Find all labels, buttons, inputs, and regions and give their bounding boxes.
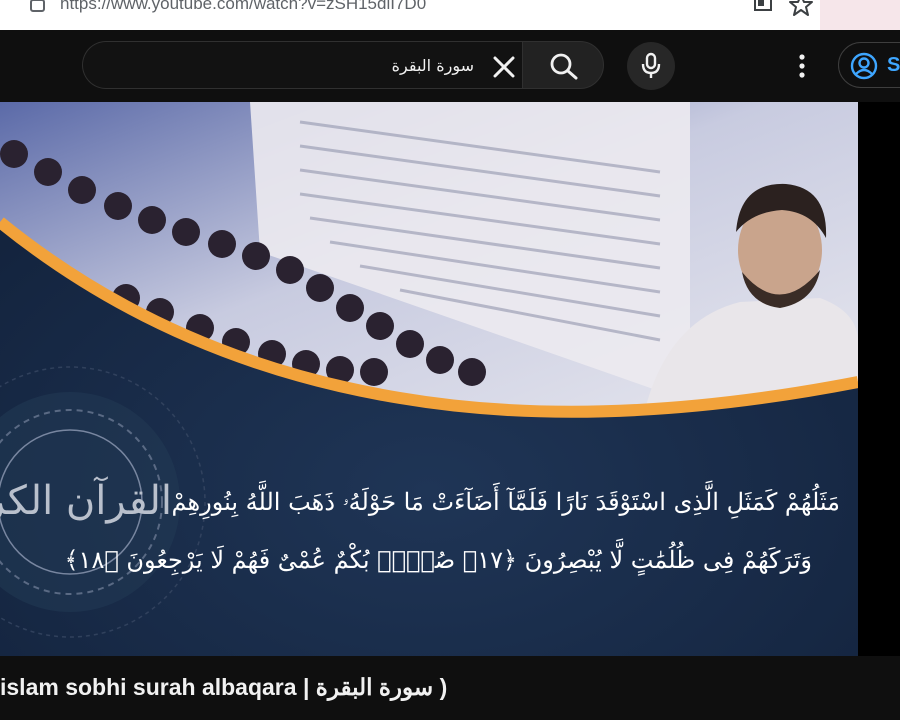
more-options-button[interactable] — [788, 50, 816, 82]
sign-in-button[interactable]: S — [838, 42, 900, 88]
url-text[interactable]: https://www.youtube.com/watch?v=zSH15dlI… — [60, 0, 426, 14]
screen: https://www.youtube.com/watch?v=zSH15dlI… — [0, 0, 900, 720]
extension-icon[interactable] — [752, 0, 776, 20]
video-title-bar: ( سورة البقرة | islam sobhi surah albaqa… — [0, 656, 900, 720]
close-icon — [493, 56, 515, 78]
account-icon — [850, 52, 878, 80]
search-icon — [550, 53, 578, 80]
video-player[interactable]: القرآن الكريم مَثَلُهُمْ كَمَثَلِ الَّذِ… — [0, 102, 858, 656]
microphone-icon — [641, 52, 661, 78]
browser-toolbar-accent — [820, 0, 900, 30]
more-vertical-icon — [799, 54, 805, 78]
search-input[interactable] — [104, 50, 474, 80]
search-button[interactable] — [522, 41, 604, 89]
youtube-masthead: S — [0, 30, 900, 102]
bookmark-star-icon[interactable] — [788, 0, 814, 20]
lock-icon[interactable] — [28, 0, 48, 20]
video-title: ( سورة البقرة | islam sobhi surah albaqa… — [0, 674, 448, 700]
player-side-margin — [858, 102, 900, 656]
voice-search-button[interactable] — [627, 42, 675, 90]
sign-in-label: S — [887, 54, 900, 76]
browser-address-bar[interactable]: https://www.youtube.com/watch?v=zSH15dlI… — [0, 0, 900, 30]
ayah-line-2: وَتَرَكَهُمْ فِى ظُلُمَٰتٍ لَّا يُبْصِرُ… — [64, 546, 812, 574]
clear-search-button[interactable] — [488, 51, 520, 83]
ayah-line-1: مَثَلُهُمْ كَمَثَلِ الَّذِى اسْتَوْقَدَ … — [171, 488, 840, 516]
